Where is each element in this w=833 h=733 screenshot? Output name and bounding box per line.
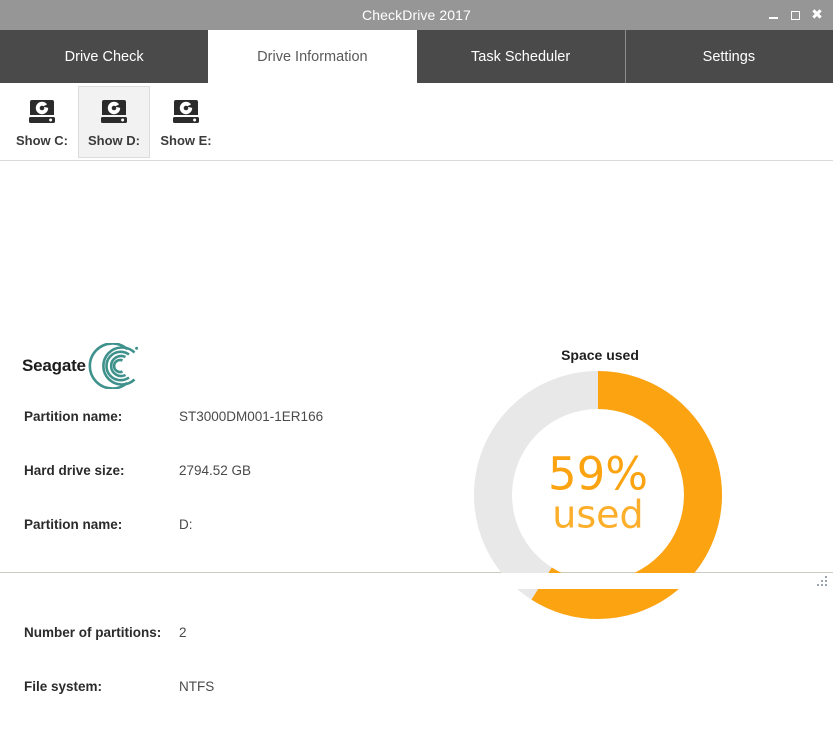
info-value: ST3000DM001-1ER166 — [179, 409, 323, 424]
toolbar-button-label: Show D: — [88, 133, 140, 148]
info-value: D: — [179, 517, 193, 532]
status-bar — [0, 573, 833, 589]
window-title: CheckDrive 2017 — [362, 7, 471, 23]
space-used-chart: Space used 59% used — [455, 347, 745, 637]
resize-grip-icon[interactable] — [816, 575, 829, 588]
info-label: Hard drive size: — [24, 463, 179, 478]
drive-information-panel: Seagate Partition name: ST3000DM001-1ER1… — [0, 161, 833, 573]
info-label: Partition name: — [24, 409, 179, 424]
hard-drive-icon — [98, 97, 130, 127]
show-drive-d-button[interactable]: Show D: — [78, 86, 150, 158]
tab-drive-information[interactable]: Drive Information — [208, 30, 416, 83]
seagate-swirl-icon — [88, 343, 140, 389]
manufacturer-logo: Seagate — [22, 343, 140, 389]
tab-settings[interactable]: Settings — [625, 30, 833, 83]
title-bar: CheckDrive 2017 ✖ — [0, 0, 833, 30]
close-icon: ✖ — [811, 8, 823, 22]
drive-toolbar: Show C: Show D: Show E: — [0, 83, 833, 161]
tab-label: Drive Information — [257, 49, 367, 65]
info-value: NTFS — [179, 679, 214, 694]
tab-drive-check[interactable]: Drive Check — [0, 30, 208, 83]
maximize-button[interactable] — [785, 2, 805, 28]
manufacturer-name: Seagate — [22, 356, 86, 376]
hard-drive-icon — [170, 97, 202, 127]
toolbar-button-label: Show E: — [160, 133, 211, 148]
tab-bar: Drive Check Drive Information Task Sched… — [0, 30, 833, 83]
window-controls: ✖ — [763, 0, 827, 30]
tab-label: Drive Check — [65, 49, 144, 65]
close-button[interactable]: ✖ — [807, 2, 827, 28]
tab-task-scheduler[interactable]: Task Scheduler — [417, 30, 625, 83]
info-row: File system: NTFS — [24, 679, 424, 733]
tab-label: Settings — [703, 49, 755, 65]
info-value: 2 — [179, 625, 187, 640]
maximize-icon — [791, 11, 800, 20]
show-drive-e-button[interactable]: Show E: — [150, 86, 222, 158]
toolbar-button-label: Show C: — [16, 133, 68, 148]
drive-info-table: Partition name: ST3000DM001-1ER166 Hard … — [24, 409, 424, 733]
hard-drive-icon — [26, 97, 58, 127]
show-drive-c-button[interactable]: Show C: — [6, 86, 78, 158]
info-label: Number of partitions: — [24, 625, 179, 640]
application-window: CheckDrive 2017 ✖ Drive Check Drive Info… — [0, 0, 833, 590]
tab-label: Task Scheduler — [471, 49, 570, 65]
info-row: Partition name: ST3000DM001-1ER166 — [24, 409, 424, 463]
info-label: File system: — [24, 679, 179, 694]
minimize-button[interactable] — [763, 2, 783, 28]
info-row: Partition name: D: — [24, 517, 424, 571]
info-row: Number of partitions: 2 — [24, 625, 424, 679]
chart-title: Space used — [455, 347, 745, 363]
info-value: 2794.52 GB — [179, 463, 251, 478]
info-label: Partition name: — [24, 517, 179, 532]
minimize-icon — [769, 17, 778, 19]
info-row: Hard drive size: 2794.52 GB — [24, 463, 424, 517]
